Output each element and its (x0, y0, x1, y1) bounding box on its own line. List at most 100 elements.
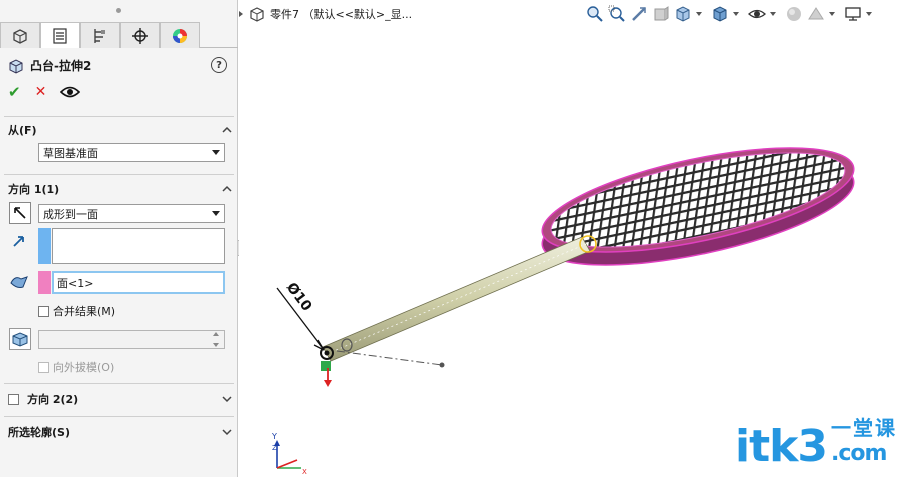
triad-z-label: Z (272, 444, 277, 452)
property-manager-tab[interactable] (40, 22, 80, 48)
section-divider (4, 383, 234, 384)
zoom-to-fit-button[interactable] (586, 5, 604, 23)
direction1-title: 方向 1(1) (8, 183, 60, 196)
merge-result-checkbox[interactable] (38, 305, 49, 317)
draft-angle-spinner[interactable] (38, 330, 225, 349)
origin-green-marker (321, 361, 331, 371)
merge-result-row[interactable]: 合并结果(M) (38, 303, 115, 319)
previous-view-icon (632, 7, 646, 21)
feature-breadcrumb[interactable]: 零件7 （默认<<默认>_显... (239, 6, 412, 22)
ok-check-icon[interactable]: ✔ (8, 83, 21, 101)
direction2-title: 方向 2(2) (27, 393, 79, 406)
edit-appearance-button[interactable] (785, 5, 803, 23)
reverse-direction-button[interactable] (9, 202, 31, 224)
color-wheel-icon (173, 28, 187, 43)
centerline-endpoint[interactable] (439, 362, 445, 368)
hide-show-items-button[interactable] (748, 5, 766, 23)
sketch-center-point[interactable] (324, 350, 330, 356)
help-icon[interactable]: ? (211, 57, 227, 73)
direction-vector-selection-box[interactable] (52, 228, 225, 264)
breadcrumb-expand-icon[interactable] (239, 11, 244, 17)
previous-view-button[interactable] (630, 5, 648, 23)
extrude-direction-icon (13, 236, 24, 247)
draft-outward-checkbox[interactable] (38, 361, 49, 373)
view-triad: Y Z X (271, 432, 307, 476)
diameter-dimension[interactable]: Ø10 (276, 280, 325, 351)
end-condition-value: 成形到一面 (43, 207, 98, 221)
racket-handle-rod[interactable] (319, 235, 597, 362)
configuration-icon (94, 28, 105, 43)
selected-contours-title: 所选轮廓(S) (8, 426, 70, 439)
face-selection-box[interactable]: 面<1> (52, 271, 225, 294)
feature-title-text: 凸台-拉伸2 (30, 59, 92, 73)
face-color-bar (38, 271, 51, 294)
section-divider (4, 174, 234, 175)
property-list-icon (53, 27, 67, 44)
section-view-button[interactable] (652, 5, 670, 23)
chevron-down-icon[interactable] (696, 12, 702, 16)
grip-dot (116, 7, 121, 13)
spin-up-icon[interactable] (213, 332, 219, 336)
chevron-up-icon[interactable] (222, 184, 232, 194)
draft-outward-label: 向外拔模(O) (53, 361, 115, 374)
zoom-fit-icon (587, 6, 603, 22)
draft-outward-row: 向外拔模(O) (38, 359, 114, 375)
scene-icon (808, 7, 824, 20)
feature-title: 凸台-拉伸2 (8, 57, 91, 74)
chevron-down-icon[interactable] (829, 12, 835, 16)
scenes-button[interactable] (807, 5, 825, 23)
draft-toggle-button[interactable] (9, 328, 31, 350)
dimxpert-tab[interactable] (120, 22, 160, 48)
chevron-down-icon[interactable] (866, 12, 872, 16)
feature-tree-icon (13, 28, 27, 44)
watermark-main-text: itk3 (735, 421, 828, 472)
boss-extrude-icon (9, 58, 23, 74)
view-settings-button[interactable] (844, 5, 862, 23)
chevron-up-icon[interactable] (222, 125, 232, 135)
triad-x-label: X (302, 468, 307, 476)
zoom-area-icon (608, 5, 625, 22)
chevron-down-icon[interactable] (770, 12, 776, 16)
panel-grip[interactable] (0, 0, 237, 20)
crosshair-icon (132, 27, 148, 44)
cancel-x-icon[interactable]: ✕ (35, 84, 47, 100)
selected-contours-header[interactable]: 所选轮廓(S) (8, 424, 232, 440)
chevron-down-icon[interactable] (733, 12, 739, 16)
part-icon (250, 7, 264, 22)
configuration-manager-tab[interactable] (80, 22, 120, 48)
model-scene: Ø10 Y Z X (271, 147, 855, 476)
from-section-title: 从(F) (8, 124, 37, 137)
direction-color-bar (38, 228, 51, 264)
dimension-label[interactable]: Ø10 (283, 280, 315, 315)
view-orientation-button[interactable] (674, 5, 692, 23)
display-style-button[interactable] (711, 5, 729, 23)
watermark-side: 一堂课 .com (831, 412, 897, 466)
zoom-area-button[interactable] (608, 5, 626, 23)
direction2-section-header[interactable]: 方向 2(2) (8, 391, 232, 407)
display-manager-tab[interactable] (160, 22, 200, 48)
feature-manager-tab[interactable] (0, 22, 40, 48)
eye-icon (748, 9, 766, 19)
spin-down-icon[interactable] (213, 343, 219, 347)
chevron-down-icon (212, 211, 220, 216)
start-condition-select[interactable]: 草图基准面 (38, 143, 225, 162)
graphics-viewport[interactable]: Ø10 Y Z X 零件7 （默认<<默认>_显... itk3 一堂课 .co… (239, 0, 915, 477)
chevron-down-icon (212, 150, 220, 155)
end-condition-select[interactable]: 成形到一面 (38, 204, 225, 223)
manager-tabs (0, 22, 238, 48)
heads-up-view-toolbar (586, 5, 877, 23)
section-view-icon (654, 6, 669, 21)
from-section-header[interactable]: 从(F) (8, 122, 232, 138)
chevron-down-icon[interactable] (222, 394, 232, 404)
section-divider (4, 116, 234, 117)
direction1-section-header[interactable]: 方向 1(1) (8, 181, 232, 197)
face-surface-icon (10, 276, 28, 288)
origin-triad (321, 361, 332, 387)
direction2-checkbox[interactable] (8, 393, 19, 405)
merge-result-label: 合并结果(M) (53, 305, 116, 318)
preview-eye-icon[interactable] (60, 85, 81, 99)
spinner-buttons[interactable] (209, 332, 223, 347)
face-selection-item[interactable]: 面<1> (57, 277, 93, 290)
chevron-down-icon[interactable] (222, 427, 232, 437)
sketch-centerline (336, 350, 443, 366)
